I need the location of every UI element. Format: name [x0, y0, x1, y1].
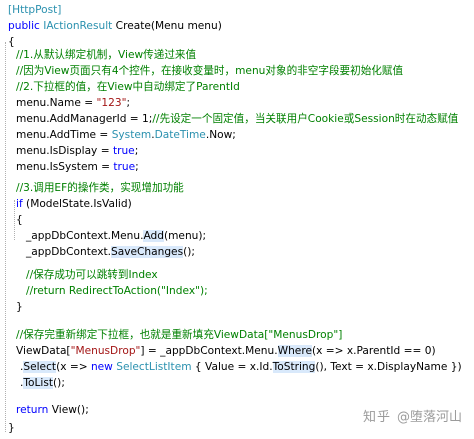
- zhihu-logo: 知乎: [362, 410, 391, 425]
- type-token: IActionResult: [43, 20, 113, 32]
- code-line: .Select(x => new SelectListItem { Value …: [20, 359, 462, 375]
- attribute-token: [HttpPost]: [8, 4, 62, 16]
- code-token: (ModelState.IsValid): [22, 198, 132, 210]
- code-token: menu.AddManagerId = 1;: [16, 113, 153, 125]
- type-token: SelectListItem: [116, 361, 192, 373]
- watermark: 知乎 @堕落河山: [363, 406, 462, 425]
- watermark-author: @堕落河山: [396, 410, 462, 425]
- code-line: //2.下拉框的值，在View中自动绑定了ParentId: [16, 79, 240, 95]
- code-line: menu.IsSystem = true;: [16, 159, 139, 175]
- code-token: menu.AddTime =: [16, 129, 112, 141]
- code-token: (menu);: [163, 230, 207, 242]
- method-token: Where: [277, 345, 312, 357]
- method-token: Add: [143, 230, 164, 242]
- code-line: .ToList();: [20, 375, 65, 391]
- keyword-token: true: [113, 161, 136, 173]
- code-token: (x =>: [56, 361, 91, 373]
- keyword-token: true: [112, 145, 135, 157]
- brace-token: {: [8, 36, 15, 48]
- code-line: {: [8, 34, 15, 50]
- code-token: ViewData[: [16, 345, 71, 357]
- method-token: ToString: [272, 361, 316, 373]
- brace-token: }: [8, 422, 15, 434]
- comment-token: //保存成功可以跳转到Index: [26, 269, 158, 281]
- method-token: Select: [23, 361, 57, 373]
- string-token: "123": [96, 97, 127, 109]
- brace-token: {: [16, 214, 23, 226]
- code-token: (x => x.ParentId == 0): [311, 345, 436, 357]
- code-line: [HttpPost]: [8, 2, 61, 18]
- code-token: ;: [135, 161, 139, 173]
- code-token: ();: [76, 404, 89, 416]
- keyword-token: public: [8, 20, 40, 32]
- code-line: menu.IsDisplay = true;: [16, 143, 138, 159]
- code-token: menu.Name =: [16, 97, 97, 109]
- brace-token: }: [16, 301, 23, 313]
- code-token: ;: [134, 145, 139, 157]
- code-token: ();: [53, 377, 65, 389]
- code-line: //return RedirectToAction("Index");: [26, 283, 208, 299]
- comment-token: //因为View页面只有4个控件，在接收变量时，menu对象的非空字段要初始化赋…: [16, 65, 404, 77]
- code-token: ();: [183, 246, 195, 258]
- code-line: _appDbContext.Menu.Add(menu);: [26, 228, 206, 244]
- code-token: .Now;: [205, 129, 236, 141]
- code-token: { Value = x.Id.: [191, 361, 273, 373]
- code-token: _appDbContext.: [26, 246, 111, 258]
- code-line: //3.调用EF的操作类，实现增加功能: [16, 180, 184, 196]
- code-line: if (ModelState.IsValid): [16, 196, 132, 212]
- code-line: //1.从默认绑定机制，View传递过来值: [16, 47, 196, 63]
- indent-guide: [14, 200, 15, 240]
- code-line: menu.AddTime = System.DateTime.Now;: [16, 127, 236, 143]
- code-token: ;: [126, 97, 131, 109]
- code-line: //因为View页面只有4个控件，在接收变量时，menu对象的非空字段要初始化赋…: [16, 63, 403, 79]
- code-line: //保存成功可以跳转到Index: [26, 267, 158, 283]
- keyword-token: return: [16, 404, 49, 416]
- method-token: View: [51, 404, 77, 416]
- code-token: menu.IsSystem =: [16, 161, 114, 173]
- code-line: _appDbContext.SaveChanges();: [26, 244, 195, 260]
- method-token: Create: [115, 20, 151, 32]
- code-line: public IActionResult Create(Menu menu): [8, 18, 222, 34]
- keyword-token: new: [90, 361, 113, 373]
- type-token: System: [111, 129, 152, 141]
- method-token: ToList: [23, 377, 54, 389]
- code-token: ] = _appDbContext.Menu.: [140, 345, 278, 357]
- code-line: //保存完重新绑定下拉框，也就是重新填充ViewData["MenusDrop"…: [16, 327, 342, 343]
- string-token: "MenusDrop": [70, 345, 141, 357]
- comment-token: //return RedirectToAction("Index");: [26, 285, 208, 297]
- type-token: DateTime: [154, 129, 206, 141]
- code-line: }: [16, 299, 23, 315]
- comment-token: //3.调用EF的操作类，实现增加功能: [16, 182, 184, 194]
- comment-token: //2.下拉框的值，在View中自动绑定了ParentId: [16, 81, 240, 93]
- params-token: (Menu menu): [150, 20, 222, 32]
- code-line: }: [8, 420, 15, 436]
- comment-token: //保存完重新绑定下拉框，也就是重新填充ViewData["MenusDrop"…: [16, 329, 343, 341]
- code-line: {: [16, 212, 23, 228]
- keyword-token: if: [16, 198, 23, 210]
- code-token: _appDbContext.Menu.: [26, 230, 144, 242]
- comment-token: //1.从默认绑定机制，View传递过来值: [16, 49, 197, 61]
- comment-token: //先设定一个固定值，当关联用户Cookie或Session时在动态赋值: [152, 113, 459, 125]
- code-token: menu.IsDisplay =: [16, 145, 113, 157]
- code-editor[interactable]: [HttpPost] public IActionResult Create(M…: [0, 0, 474, 439]
- code-line: return View();: [16, 402, 89, 418]
- code-line: menu.Name = "123";: [16, 95, 130, 111]
- code-token: (), Text = x.DisplayName }): [315, 361, 462, 373]
- code-line: menu.AddManagerId = 1;//先设定一个固定值，当关联用户Co…: [16, 111, 458, 127]
- indent-guide: [5, 42, 6, 432]
- code-line: ViewData["MenusDrop"] = _appDbContext.Me…: [16, 343, 436, 359]
- method-token: SaveChanges: [111, 246, 184, 258]
